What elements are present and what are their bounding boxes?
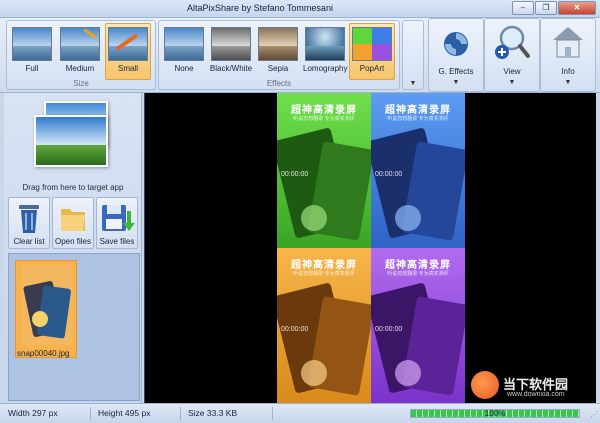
popart-quadrant-blue: 超神高清录屏 听说您想翻录 专为真实测评 00:00:00 bbox=[371, 93, 465, 248]
title-bar: AltaPixShare by Stefano Tommesani – ❐ ✕ bbox=[0, 0, 600, 18]
effect-bw-thumb-icon bbox=[211, 27, 251, 61]
effect-sepia-button[interactable]: Sepia bbox=[255, 23, 301, 80]
quadrant-clock: 00:00:00 bbox=[375, 326, 403, 333]
file-list[interactable]: snap00040.jpg bbox=[8, 253, 140, 401]
chevron-down-icon: ▼ bbox=[452, 79, 460, 86]
left-panel: Drag from here to target app Clear list … bbox=[4, 93, 142, 403]
open-files-label: Open files bbox=[54, 237, 92, 246]
status-separator bbox=[272, 407, 273, 420]
list-item[interactable]: snap00040.jpg bbox=[15, 260, 77, 358]
house-icon bbox=[553, 27, 583, 58]
effect-popart-button[interactable]: PopArt bbox=[349, 23, 395, 80]
clear-list-label: Clear list bbox=[13, 237, 45, 246]
quadrant-subtitle: 听说您想翻录 专为真实测评 bbox=[293, 116, 355, 122]
view-button[interactable]: View ▼ bbox=[484, 18, 540, 92]
popart-quadrant-purple: 超神高清录屏 听说您想翻录 专为真实测评 00:00:00 bbox=[371, 248, 465, 403]
floppy-save-icon bbox=[102, 205, 135, 231]
resize-thumb-icon bbox=[60, 27, 100, 61]
quadrant-subtitle: 听说您想翻录 专为真实测评 bbox=[387, 271, 449, 277]
quadrant-clock: 00:00:00 bbox=[281, 171, 309, 178]
effect-bw-label: Black/White bbox=[209, 64, 253, 73]
view-label: View bbox=[503, 67, 521, 76]
effect-none-label: None bbox=[174, 64, 194, 73]
watermark-logo-icon bbox=[471, 371, 499, 399]
photo-stack-front-icon bbox=[34, 115, 108, 167]
drag-label: Drag from here to target app bbox=[22, 183, 124, 192]
quadrant-title: 超神高清录屏 bbox=[385, 105, 451, 116]
image-preview[interactable]: 超神高清录屏 听说您想翻录 专为真实测评 00:00:00 超神高清录屏 听说您… bbox=[144, 93, 596, 403]
quadrant-title: 超神高清录屏 bbox=[291, 260, 357, 271]
resize-small-thumb-icon bbox=[108, 27, 148, 61]
effect-sepia-thumb-icon bbox=[258, 27, 298, 61]
size-small-label: Small bbox=[117, 64, 138, 73]
quadrant-subtitle: 听说您想翻录 专为真实测评 bbox=[387, 116, 449, 122]
folder-icon bbox=[61, 209, 85, 231]
effect-popart-thumb-icon bbox=[352, 27, 392, 61]
info-label: Info bbox=[561, 67, 575, 76]
clear-list-button[interactable]: Clear list bbox=[8, 197, 50, 249]
trash-bin-icon bbox=[19, 205, 39, 233]
chevron-down-icon: ▼ bbox=[564, 79, 572, 86]
quadrant-clock: 00:00:00 bbox=[281, 326, 309, 333]
size-small-button[interactable]: Small bbox=[105, 23, 151, 80]
open-files-button[interactable]: Open files bbox=[52, 197, 94, 249]
effect-popart-label: PopArt bbox=[359, 64, 385, 73]
popart-quadrant-green: 超神高清录屏 听说您想翻录 专为真实测评 00:00:00 bbox=[277, 93, 371, 248]
popart-quadrant-orange: 超神高清录屏 听说您想翻录 专为真实测评 00:00:00 bbox=[277, 248, 371, 403]
progress-label: 100% bbox=[484, 409, 506, 418]
chevron-down-icon: ▼ bbox=[508, 79, 516, 86]
quadrant-clock: 00:00:00 bbox=[375, 171, 403, 178]
status-width: Width 297 px bbox=[8, 408, 58, 418]
ribbon: Full Medium Small Size None Black/White … bbox=[0, 18, 600, 93]
file-thumbnail bbox=[22, 265, 72, 345]
quadrant-title: 超神高清录屏 bbox=[291, 105, 357, 116]
swirl-icon bbox=[444, 32, 468, 56]
status-size: Size 33.3 KB bbox=[188, 408, 238, 418]
effect-lomography-label: Lomography bbox=[303, 64, 348, 73]
watermark-url: www.downxia.com bbox=[507, 391, 565, 398]
window-controls: – ❐ ✕ bbox=[511, 1, 596, 15]
status-separator bbox=[90, 407, 91, 420]
close-button[interactable]: ✕ bbox=[558, 1, 596, 15]
effects-group: None Black/White Sepia Lomography PopArt… bbox=[158, 20, 400, 90]
drag-source[interactable]: Drag from here to target app bbox=[4, 93, 142, 195]
size-full-label: Full bbox=[25, 64, 39, 73]
effect-sepia-label: Sepia bbox=[267, 64, 289, 73]
effect-none-button[interactable]: None bbox=[161, 23, 207, 80]
g-effects-label: G. Effects bbox=[438, 67, 474, 76]
effect-lomography-thumb-icon bbox=[305, 27, 345, 61]
effects-dropdown[interactable]: ▼ bbox=[402, 20, 424, 90]
quadrant-subtitle: 听说您想翻录 专为真实测评 bbox=[293, 271, 355, 277]
landscape-thumb-icon bbox=[12, 27, 52, 61]
status-bar: Width 297 px Height 495 px Size 33.3 KB … bbox=[0, 403, 600, 423]
effect-bw-button[interactable]: Black/White bbox=[208, 23, 254, 80]
save-files-label: Save files bbox=[99, 237, 135, 246]
size-medium-button[interactable]: Medium bbox=[57, 23, 103, 80]
effect-none-thumb-icon bbox=[164, 27, 204, 61]
quadrant-title: 超神高清录屏 bbox=[385, 260, 451, 271]
resize-grip-icon[interactable]: ⋰ bbox=[590, 410, 598, 419]
size-full-button[interactable]: Full bbox=[9, 23, 55, 80]
status-height: Height 495 px bbox=[98, 408, 151, 418]
window-title: AltaPixShare by Stefano Tommesani bbox=[187, 3, 333, 13]
chevron-down-icon: ▼ bbox=[409, 80, 417, 87]
effects-group-label: Effects bbox=[266, 79, 292, 88]
g-effects-button[interactable]: G. Effects ▼ bbox=[428, 18, 484, 92]
minimize-button[interactable]: – bbox=[512, 1, 534, 15]
file-name: snap00040.jpg bbox=[17, 349, 70, 358]
effect-lomography-button[interactable]: Lomography bbox=[302, 23, 348, 80]
save-files-button[interactable]: Save files bbox=[96, 197, 138, 249]
status-separator bbox=[180, 407, 181, 420]
magnifier-icon bbox=[495, 25, 530, 59]
progress-bar: 100% bbox=[410, 409, 580, 418]
info-button[interactable]: Info ▼ bbox=[540, 18, 596, 92]
size-medium-label: Medium bbox=[65, 64, 95, 73]
size-group: Full Medium Small Size bbox=[6, 20, 156, 90]
size-group-label: Size bbox=[73, 79, 89, 88]
restore-button[interactable]: ❐ bbox=[535, 1, 557, 15]
